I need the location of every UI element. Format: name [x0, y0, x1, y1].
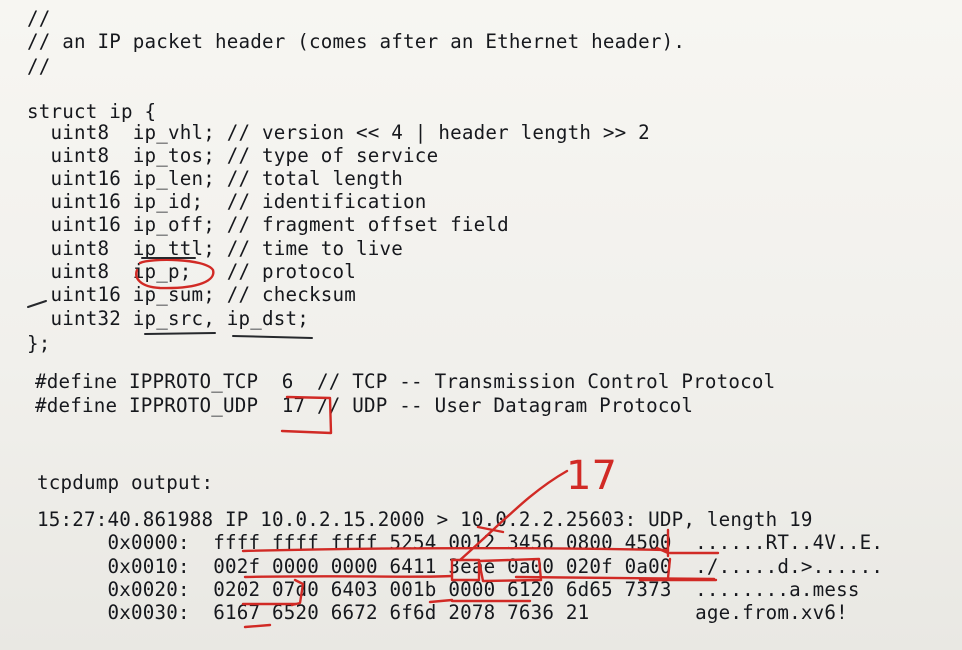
struct-line: uint8 ip_tos; // type of service [27, 144, 439, 167]
define-line: #define IPPROTO_UDP 17 // UDP -- User Da… [35, 394, 694, 417]
struct-line: struct ip { [27, 100, 157, 123]
hex-row: 0x0030: 6167 6520 6672 6f6d 2078 7636 21… [37, 601, 848, 624]
comment-line: // [27, 55, 51, 78]
tcpdump-label: tcpdump output: [37, 471, 214, 494]
comment-line: // [27, 7, 51, 30]
hex-row: 0x0010: 002f 0000 0000 6411 3eae 0a00 02… [37, 555, 884, 578]
define-line: #define IPPROTO_TCP 6 // TCP -- Transmis… [35, 370, 776, 393]
struct-line: uint8 ip_p; // protocol [27, 260, 357, 283]
hex-row: 0x0020: 0202 07d0 6403 001b 0000 6120 6d… [37, 578, 860, 601]
struct-line: uint16 ip_id; // identification [27, 190, 427, 213]
underline-row3 [243, 623, 272, 629]
printed-page: // // an IP packet header (comes after a… [0, 0, 962, 650]
struct-line: uint16 ip_sum; // checksum [27, 283, 357, 306]
struct-line: uint16 ip_off; // fragment offset field [27, 213, 509, 236]
struct-line: uint8 ip_vhl; // version << 4 | header l… [27, 121, 650, 144]
struct-line: uint32 ip_src, ip_dst; [27, 307, 310, 330]
hex-row: 0x0000: ffff ffff ffff 5254 0012 3456 08… [37, 531, 884, 554]
underline-ip-src [144, 332, 216, 335]
struct-line: uint8 ip_ttl; // time to live [27, 237, 404, 260]
comment-line: // an IP packet header (comes after an E… [27, 30, 686, 53]
struct-line: uint16 ip_len; // total length [27, 167, 404, 190]
handwritten-17: 17 [566, 453, 617, 499]
tcpdump-summary: 15:27:40.861988 IP 10.0.2.15.2000 > 10.0… [37, 508, 813, 531]
underline-ip-dst [232, 335, 313, 339]
struct-line: }; [27, 332, 51, 355]
